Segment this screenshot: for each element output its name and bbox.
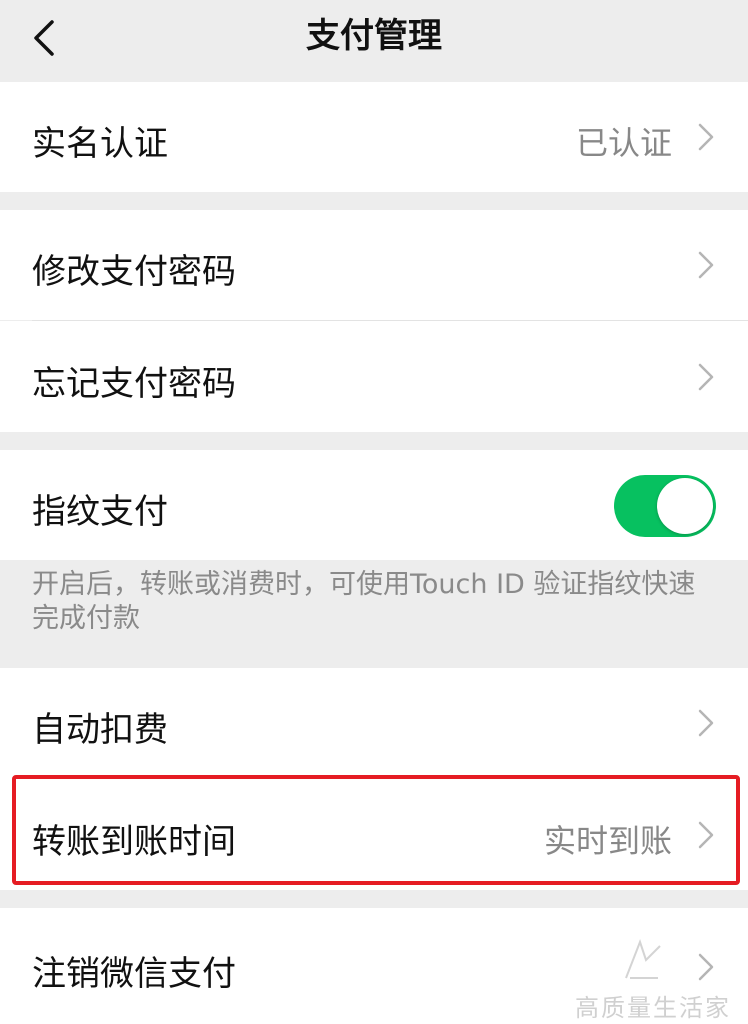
row-transfer-time[interactable]: 转账到账时间 实时到账	[0, 778, 748, 890]
fingerprint-hint: 开启后，转账或消费时，可使用Touch ID 验证指纹快速完成付款	[32, 569, 696, 634]
navigation-bar: 支付管理	[0, 0, 748, 80]
chevron-right-icon	[698, 363, 714, 391]
fingerprint-toggle[interactable]	[614, 475, 716, 537]
row-auto-deduct[interactable]: 自动扣费	[0, 668, 748, 778]
chevron-right-icon	[698, 123, 714, 151]
row-real-name-value: 已认证	[575, 124, 672, 162]
row-transfer-time-value: 实时到账	[543, 822, 672, 860]
row-forgot-password[interactable]: 忘记支付密码	[0, 321, 748, 432]
row-real-name[interactable]: 实名认证 已认证	[0, 82, 748, 192]
chevron-right-icon	[698, 709, 714, 737]
row-transfer-time-label: 转账到账时间	[32, 822, 236, 862]
row-real-name-label: 实名认证	[32, 124, 168, 164]
row-auto-deduct-label: 自动扣费	[32, 710, 168, 750]
row-forgot-password-label: 忘记支付密码	[32, 364, 236, 404]
row-change-password-label: 修改支付密码	[32, 252, 236, 292]
watermark-text: 高质量生活家	[575, 994, 731, 1022]
chevron-right-icon	[698, 821, 714, 849]
toggle-knob	[657, 478, 713, 534]
page-title: 支付管理	[306, 16, 442, 56]
chevron-right-icon	[698, 251, 714, 279]
row-fingerprint-label: 指纹支付	[32, 492, 168, 532]
chevron-right-icon	[698, 953, 714, 981]
row-cancel-pay-label: 注销微信支付	[32, 954, 236, 994]
watermark-logo-icon	[625, 939, 661, 979]
row-change-password[interactable]: 修改支付密码	[0, 210, 748, 320]
